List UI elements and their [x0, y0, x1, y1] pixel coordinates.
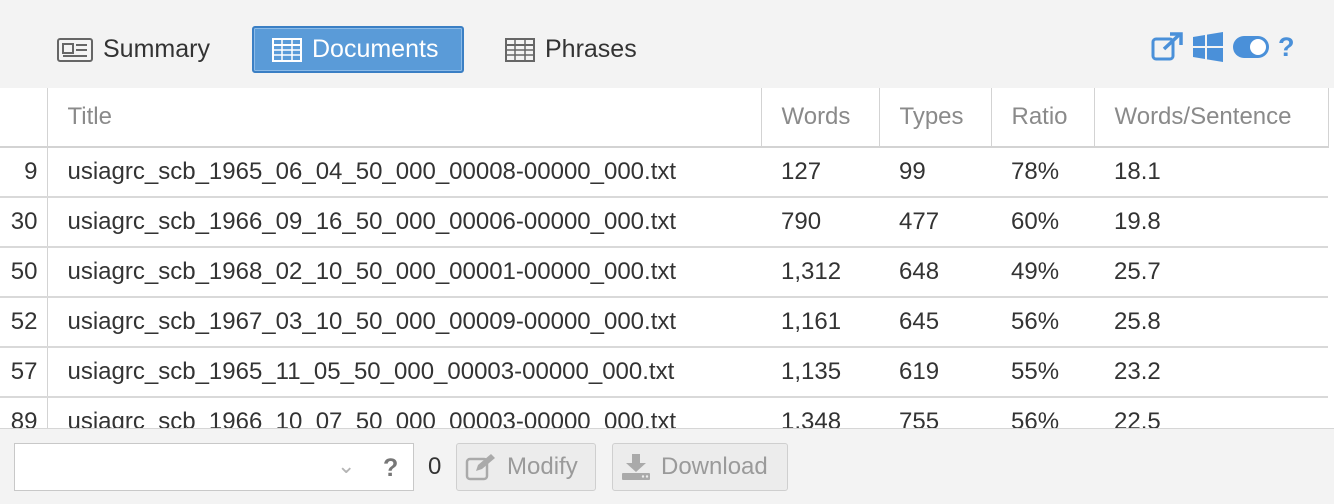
column-header-words[interactable]: Words	[761, 88, 880, 148]
row-title[interactable]: usiagrc_scb_1966_09_16_50_000_00006-0000…	[47, 197, 761, 248]
column-header-types[interactable]: Types	[879, 88, 992, 148]
tab-summary-label: Summary	[103, 35, 210, 63]
tab-documents-label: Documents	[312, 35, 439, 63]
chevron-down-icon[interactable]: ⌄	[337, 453, 355, 479]
row-words-per-sentence: 19.8	[1094, 197, 1328, 248]
table-row[interactable]: 57 usiagrc_scb_1965_11_05_50_000_00003-0…	[0, 347, 1328, 398]
tab-documents[interactable]: Documents	[252, 26, 464, 73]
column-header-title[interactable]: Title	[47, 88, 762, 148]
row-words: 1,348	[761, 397, 879, 428]
help-icon[interactable]: ?	[1278, 33, 1295, 61]
row-title[interactable]: usiagrc_scb_1967_03_10_50_000_00009-0000…	[47, 297, 761, 348]
row-types: 645	[879, 297, 991, 348]
download-button-label: Download	[661, 453, 768, 480]
row-index: 30	[0, 197, 48, 248]
row-types: 648	[879, 247, 991, 298]
toolbar: Summary Documents Phrases ?	[0, 0, 1334, 88]
edit-icon	[465, 454, 495, 481]
row-ratio: 56%	[991, 397, 1094, 428]
row-ratio: 49%	[991, 247, 1094, 298]
download-icon	[622, 454, 650, 480]
row-words-per-sentence: 23.2	[1094, 347, 1328, 398]
row-title[interactable]: usiagrc_scb_1968_02_10_50_000_00001-0000…	[47, 247, 761, 298]
modify-button[interactable]: Modify	[456, 443, 596, 491]
tab-phrases[interactable]: Phrases	[505, 26, 637, 73]
table-row[interactable]: 89 usiagrc_scb_1966_10_07_50_000_00003-0…	[0, 397, 1328, 428]
column-header-ratio[interactable]: Ratio	[991, 88, 1095, 148]
row-types: 477	[879, 197, 991, 248]
row-words: 790	[761, 197, 879, 248]
row-index: 52	[0, 297, 48, 348]
selection-count: 0	[428, 453, 442, 480]
tab-phrases-label: Phrases	[545, 35, 637, 63]
modify-button-label: Modify	[507, 453, 578, 480]
table-icon	[505, 37, 535, 62]
row-words-per-sentence: 25.7	[1094, 247, 1328, 298]
row-index: 50	[0, 247, 48, 298]
row-index: 9	[0, 147, 48, 198]
row-words-per-sentence: 22.5	[1094, 397, 1328, 428]
toggle-icon[interactable]	[1232, 35, 1270, 59]
row-types: 755	[879, 397, 991, 428]
row-ratio: 56%	[991, 297, 1094, 348]
row-words: 127	[761, 147, 879, 198]
document-select[interactable]: ⌄ ?	[14, 443, 414, 491]
table-icon	[272, 37, 302, 62]
row-words: 1,312	[761, 247, 879, 298]
row-title[interactable]: usiagrc_scb_1966_10_07_50_000_00003-0000…	[47, 397, 761, 428]
row-words: 1,135	[761, 347, 879, 398]
row-ratio: 60%	[991, 197, 1094, 248]
download-button[interactable]: Download	[612, 443, 788, 491]
row-ratio: 55%	[991, 347, 1094, 398]
table-row[interactable]: 9 usiagrc_scb_1965_06_04_50_000_00008-00…	[0, 147, 1328, 198]
row-ratio: 78%	[991, 147, 1094, 198]
row-types: 99	[879, 147, 991, 198]
table-row[interactable]: 30 usiagrc_scb_1966_09_16_50_000_00006-0…	[0, 197, 1328, 248]
newspaper-icon	[57, 37, 93, 62]
help-icon[interactable]: ?	[383, 454, 398, 483]
row-words: 1,161	[761, 297, 879, 348]
row-index: 57	[0, 347, 48, 398]
column-header-index	[0, 88, 48, 148]
documents-grid: Title Words Types Ratio Words/Sentence 9…	[0, 88, 1334, 428]
row-title[interactable]: usiagrc_scb_1965_11_05_50_000_00003-0000…	[47, 347, 761, 398]
tool-icons: ?	[1150, 32, 1303, 62]
row-types: 619	[879, 347, 991, 398]
column-header-words-per-sentence[interactable]: Words/Sentence	[1094, 88, 1329, 148]
external-link-icon[interactable]	[1150, 32, 1184, 62]
windows-icon[interactable]	[1192, 32, 1224, 62]
documents-table: Title Words Types Ratio Words/Sentence 9…	[0, 88, 1329, 428]
table-row[interactable]: 52 usiagrc_scb_1967_03_10_50_000_00009-0…	[0, 297, 1328, 348]
row-title[interactable]: usiagrc_scb_1965_06_04_50_000_00008-0000…	[47, 147, 761, 198]
table-row[interactable]: 50 usiagrc_scb_1968_02_10_50_000_00001-0…	[0, 247, 1328, 298]
row-words-per-sentence: 18.1	[1094, 147, 1328, 198]
tab-summary[interactable]: Summary	[57, 26, 210, 73]
row-index: 89	[0, 397, 48, 428]
row-words-per-sentence: 25.8	[1094, 297, 1328, 348]
table-header-row: Title Words Types Ratio Words/Sentence	[0, 88, 1329, 148]
footer-bar: ⌄ ? 0 Modify Download	[0, 428, 1334, 504]
